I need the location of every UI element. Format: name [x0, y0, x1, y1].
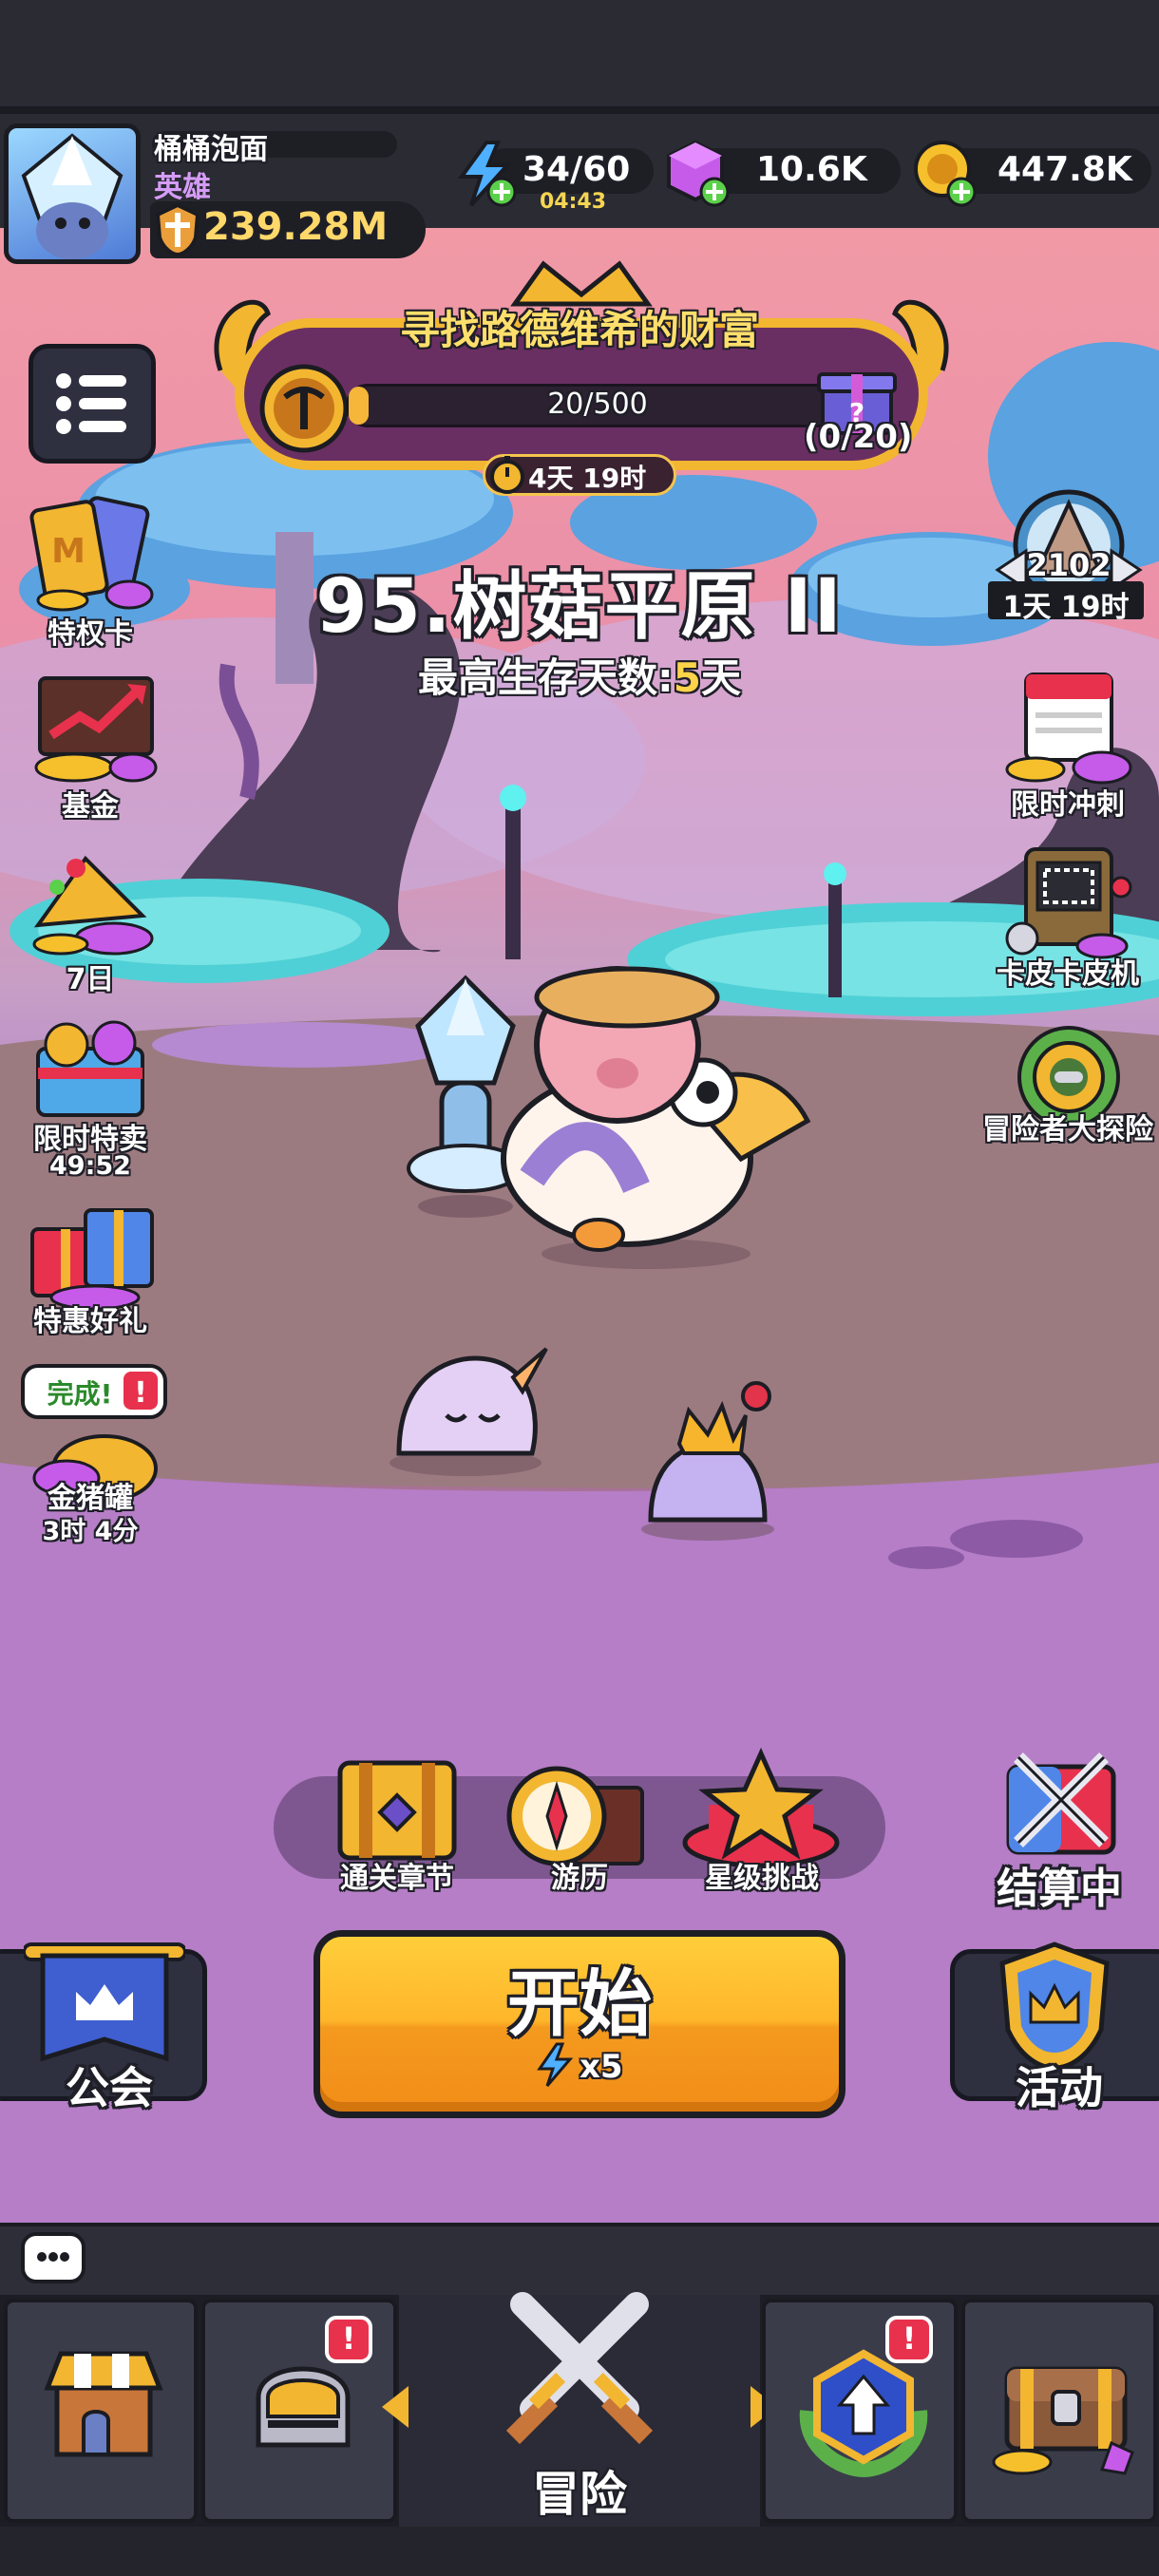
player-rank: 英雄 — [154, 171, 211, 204]
start-energy-icon — [537, 2042, 574, 2087]
player-name: 桶桶泡面 — [154, 133, 268, 166]
main-menu-button[interactable] — [28, 344, 156, 464]
equipment-alert-badge: ! — [325, 2316, 372, 2363]
tab-shop[interactable] — [4, 2299, 198, 2523]
gold-value: 447.8K — [998, 150, 1132, 189]
max-survival-days: 最高生存天数:5天 — [0, 646, 1159, 704]
slot-machine-icon[interactable] — [1003, 840, 1136, 963]
crossed-swords-icon — [505, 2292, 654, 2445]
guild-label[interactable]: 公会 — [28, 2054, 190, 2116]
rank-value: 2102 — [1026, 547, 1112, 583]
battle-scene — [0, 228, 1159, 2223]
combat-power-icon — [155, 203, 200, 256]
upgrade-alert-badge: ! — [885, 2316, 933, 2363]
gem-cube-icon — [667, 140, 730, 207]
shop-stall-icon — [44, 2351, 163, 2457]
chat-button[interactable] — [21, 2232, 86, 2283]
chat-strip — [0, 2223, 1159, 2295]
energy-bolt-icon — [458, 141, 517, 207]
hamburger-menu-icon — [56, 373, 126, 434]
ice-hero-portrait-icon — [21, 133, 124, 259]
pickaxe-token-icon — [259, 364, 349, 453]
event-reward-count: (0/20) — [804, 418, 913, 456]
gem-value: 10.6K — [756, 150, 867, 189]
bottom-system-strip — [0, 2527, 1159, 2576]
stopwatch-icon — [490, 456, 524, 494]
treasure-chest-icon — [992, 2366, 1134, 2475]
seven-day-label[interactable]: 7日 — [10, 956, 171, 997]
privilege-card-icon[interactable]: M — [25, 494, 167, 617]
star-challenge-icon[interactable] — [680, 1748, 842, 1871]
chat-bubble-icon — [37, 2252, 69, 2262]
journey-label[interactable]: 游历 — [484, 1854, 674, 1896]
energy-refill-timer: 04:43 — [540, 190, 607, 214]
survival-unit: 天 — [701, 654, 742, 701]
svg-text:!: ! — [134, 1376, 147, 1410]
crossed-swords-shield-icon[interactable] — [999, 1748, 1123, 1862]
fund-label[interactable]: 基金 — [10, 783, 171, 824]
energy-value: 34/60 — [522, 150, 631, 189]
start-energy-cost: x5 — [580, 2048, 623, 2086]
adventurer-label[interactable]: 冒险者大探险 — [973, 1106, 1159, 1147]
event-countdown: 4天 19时 — [528, 463, 647, 494]
player-avatar[interactable] — [4, 123, 141, 264]
rank-timer: 1天 19时 — [1002, 591, 1130, 624]
fund-chart-icon[interactable] — [25, 669, 167, 792]
scene-art — [0, 342, 1159, 2223]
chapter-clear-label[interactable]: 通关章节 — [302, 1854, 492, 1896]
calendar-sprint-icon[interactable] — [998, 665, 1140, 788]
limited-sale-timer: 49:52 — [49, 1151, 131, 1181]
combat-power-value: 239.28M — [203, 205, 389, 249]
piggy-bank-timer: 3时 4分 — [42, 1517, 139, 1546]
svg-text:M: M — [51, 532, 86, 571]
event-title: 寻找路德维希的财富 — [399, 307, 759, 353]
star-challenge-label[interactable]: 星级挑战 — [667, 1854, 857, 1896]
piggy-bank-complete-tag: 完成! — [47, 1378, 113, 1410]
settling-label[interactable]: 结算中 — [969, 1854, 1150, 1915]
slot-machine-label[interactable]: 卡皮卡皮机 — [973, 950, 1159, 992]
limited-sprint-label[interactable]: 限时冲刺 — [973, 781, 1159, 823]
upgrade-arrow-icon — [799, 2349, 928, 2477]
gold-coin-icon — [914, 141, 977, 207]
nav-left-arrow-icon — [382, 2386, 408, 2428]
stage-title: 95.树菇平原 II — [315, 564, 844, 650]
discount-gift-icon[interactable] — [19, 1191, 167, 1315]
survival-label: 最高生存天数: — [417, 654, 674, 701]
seven-day-gift-icon[interactable] — [19, 840, 167, 963]
activity-label[interactable]: 活动 — [978, 2054, 1140, 2116]
privilege-card-label[interactable]: 特权卡 — [10, 610, 171, 652]
tab-adventure-label[interactable]: 冒险 — [399, 2456, 760, 2525]
tab-treasure[interactable] — [961, 2299, 1157, 2523]
chapter-chest-icon[interactable] — [331, 1753, 464, 1867]
start-label[interactable]: 开始 — [314, 1945, 846, 2050]
event-progress-text: 20/500 — [547, 388, 648, 421]
discount-gift-label[interactable]: 特惠好礼 — [10, 1297, 171, 1339]
survival-value: 5 — [673, 654, 701, 701]
